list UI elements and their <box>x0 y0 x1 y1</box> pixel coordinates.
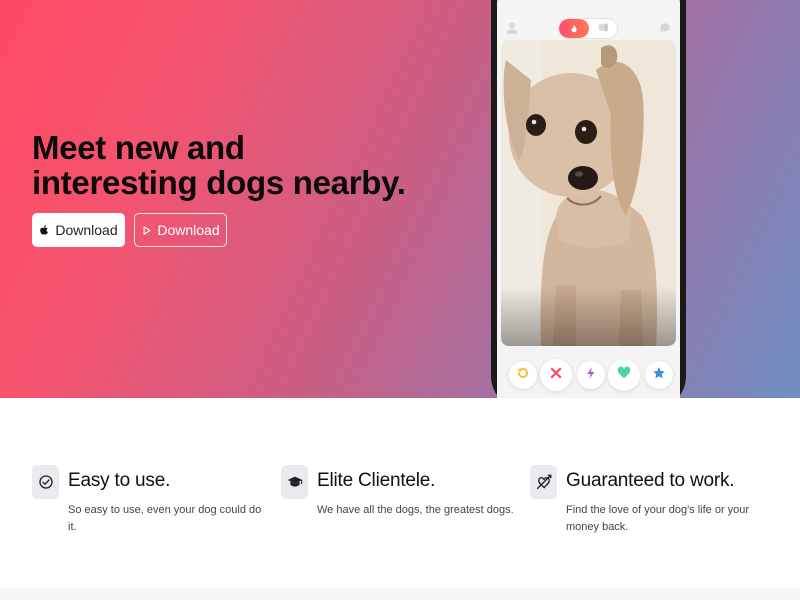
features-section: Easy to use. So easy to use, even your d… <box>0 398 800 588</box>
apple-download-label: Download <box>55 222 118 238</box>
discovery-toggle[interactable] <box>558 18 618 39</box>
dog-profile-card[interactable] <box>501 40 676 346</box>
hero-title: Meet new and interesting dogs nearby. <box>32 129 406 201</box>
explore-icon <box>597 22 611 35</box>
nope-button[interactable] <box>540 359 572 391</box>
feature-title: Guaranteed to work. <box>566 470 735 491</box>
nope-icon <box>549 366 563 385</box>
feature-text: We have all the dogs, the greatest dogs. <box>317 504 514 516</box>
feature-text: Find the love of your dog's life or your… <box>566 504 750 533</box>
check-circle-icon <box>32 465 59 499</box>
app-topbar <box>497 12 680 40</box>
hero-section: Meet new and interesting dogs nearby. Do… <box>0 0 800 398</box>
heart-arrow-icon <box>530 465 557 499</box>
like-button[interactable] <box>608 359 640 391</box>
phone-mockup <box>491 0 686 398</box>
graduation-cap-icon <box>281 465 308 499</box>
apple-icon <box>39 224 50 236</box>
boost-button[interactable] <box>577 361 605 389</box>
super-like-button[interactable] <box>645 361 673 389</box>
phone-screen <box>497 0 680 398</box>
rewind-icon <box>516 366 530 385</box>
feature-title: Easy to use. <box>68 470 171 491</box>
apple-download-button[interactable]: Download <box>32 213 125 247</box>
swipe-actions <box>497 358 680 392</box>
rewind-button[interactable] <box>509 361 537 389</box>
dog-photo <box>501 40 676 346</box>
play-download-button[interactable]: Download <box>134 213 227 247</box>
messages-icon[interactable] <box>658 21 672 35</box>
play-icon <box>141 224 152 236</box>
play-download-label: Download <box>157 222 220 238</box>
profile-icon[interactable] <box>505 21 519 35</box>
flame-icon <box>559 19 589 38</box>
feature-text: So easy to use, even your dog could do i… <box>68 504 262 533</box>
boost-icon <box>585 366 597 385</box>
footer-strip <box>0 588 800 600</box>
super-like-icon <box>652 366 666 385</box>
feature-title: Elite Clientele. <box>317 470 436 491</box>
like-icon <box>616 365 632 385</box>
